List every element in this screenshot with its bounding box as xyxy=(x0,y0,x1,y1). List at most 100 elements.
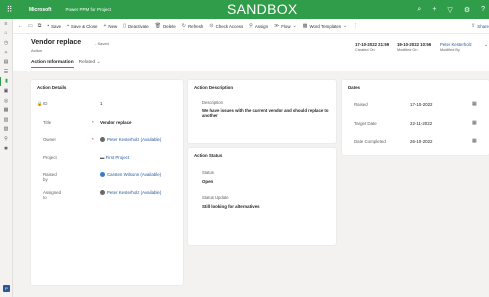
project-icon[interactable]: ◎ xyxy=(0,96,12,106)
deactivate-icon: ▯ xyxy=(123,23,126,29)
raised-date-field[interactable]: 17-10-2022 xyxy=(410,102,432,107)
flow-icon: ≫ xyxy=(274,23,280,29)
area-switcher-icon[interactable]: P xyxy=(3,285,10,292)
action-description-card: Action Description Description We have i… xyxy=(188,80,336,143)
delete-button[interactable]: 🗑 Delete xyxy=(155,23,176,29)
deactivate-button[interactable]: ▯ Deactivate xyxy=(123,23,149,29)
share-button[interactable]: ⇪ Share xyxy=(471,23,489,29)
field-label: Status xyxy=(202,170,214,175)
field-label: Raised xyxy=(354,102,368,107)
action-icon[interactable]: ☰ xyxy=(0,67,12,77)
avatar xyxy=(100,137,105,143)
home-icon[interactable]: ⌂ xyxy=(0,29,12,39)
search-icon[interactable]: ⌕ xyxy=(417,6,421,14)
save-close-icon: ▪ xyxy=(67,23,69,29)
calendar-icon[interactable]: ▦ xyxy=(472,120,477,126)
record-title: Vendor replace xyxy=(31,39,82,46)
save-button[interactable]: ▪ Save xyxy=(47,23,61,29)
menu-icon[interactable]: ≡ xyxy=(0,19,12,29)
field-label: Title xyxy=(43,120,52,125)
card-title: Dates xyxy=(348,85,360,90)
title-field[interactable]: Vendor replace xyxy=(100,120,131,125)
required-icon: * xyxy=(92,120,94,125)
delete-icon: 🗑 xyxy=(154,23,162,29)
card-title: Action Description xyxy=(194,85,234,90)
command-bar: ← ▭ ⧉ ▪ Save ▪ Save & Close + New ▯ Deactiva… xyxy=(13,19,489,34)
target-date-field[interactable]: 22-11-2022 xyxy=(410,121,432,126)
modified-by-field[interactable]: Peter Kesterholz Modified By xyxy=(440,42,472,52)
dates-card: Dates Raised 17-10-2022 ▦ Target Date 22… xyxy=(342,80,489,155)
risk-icon[interactable]: ▥ xyxy=(0,115,12,125)
field-label: Project xyxy=(43,155,57,160)
lock-icon: 🔒 xyxy=(37,101,43,106)
tab-action-information[interactable]: Action Information xyxy=(31,60,74,68)
description-field[interactable]: We have issues with the current vendor a… xyxy=(202,108,330,119)
app-launcher-icon[interactable]: ⠿ xyxy=(0,0,19,19)
save-icon: ▪ xyxy=(47,23,50,29)
top-bar: ⠿ Microsoft Power PPM for Project SANDBO… xyxy=(0,0,489,19)
field-label: Date Completed xyxy=(354,139,386,144)
refresh-button[interactable]: ↻ Refresh xyxy=(182,23,204,29)
action-status-card: Action Status Status Open Status Update … xyxy=(188,148,336,245)
field-label: Status Update xyxy=(202,195,229,200)
modified-on-field: 19-10-2022 10:56 Modified On xyxy=(397,42,432,52)
action-details-card: Action Details 🔒 ID 1 Title * Vendor rep… xyxy=(31,80,183,285)
report-icon[interactable]: ▦ xyxy=(0,105,12,115)
save-close-button[interactable]: ▪ Save & Close xyxy=(67,23,97,29)
filter-icon[interactable]: ▽ xyxy=(447,6,452,14)
settings-icon[interactable]: ⚙ xyxy=(464,6,470,14)
program-icon[interactable]: ▣ xyxy=(0,86,12,96)
assign-icon: ⚲ xyxy=(249,23,253,29)
refresh-icon: ↻ xyxy=(181,23,186,29)
brand-name: Microsoft xyxy=(29,6,52,13)
portfolio-icon[interactable]: ▮ xyxy=(0,76,12,87)
field-label: Assigned to xyxy=(43,190,62,200)
status-field[interactable]: Open xyxy=(202,179,213,184)
list-icon[interactable]: ▤ xyxy=(0,57,12,67)
issue-icon[interactable]: ▧ xyxy=(0,125,12,135)
card-title: Action Details xyxy=(37,85,67,90)
calendar-icon[interactable]: ▦ xyxy=(472,138,477,144)
more-commands-icon[interactable]: ⋮ xyxy=(353,23,358,29)
owner-lookup[interactable]: Peter Kesterholz (Available) xyxy=(100,137,161,143)
required-icon: * xyxy=(92,137,94,142)
flow-button[interactable]: ≫ Flow ⌄ xyxy=(274,23,297,29)
assign-button[interactable]: ⚲ Assign xyxy=(249,23,268,29)
created-on-field: 17-10-2022 21:59 Created On xyxy=(355,42,390,52)
field-label: Raised by xyxy=(43,172,57,182)
date-completed-field[interactable]: 26-10-2022 xyxy=(410,139,432,144)
popout-icon[interactable]: ⧉ xyxy=(38,23,42,29)
settings-icon[interactable]: ⚲ xyxy=(0,134,12,144)
app-name[interactable]: Power PPM for Project xyxy=(66,7,112,12)
chevron-down-icon[interactable]: ⌄ xyxy=(484,42,488,48)
save-status: - Saved xyxy=(95,41,109,46)
help-icon[interactable]: ? xyxy=(481,6,485,13)
project-lookup[interactable]: ▬ First Project xyxy=(100,155,129,160)
check-access-icon: ⊙ xyxy=(209,23,214,29)
share-icon: ⇪ xyxy=(471,23,476,29)
new-button[interactable]: + New xyxy=(104,23,118,29)
pinned-icon[interactable]: ✧ xyxy=(0,48,12,58)
raised-by-lookup[interactable]: Carsten Wilsonn (Available) xyxy=(100,172,161,178)
field-label: ID xyxy=(43,101,48,106)
plus-icon: + xyxy=(103,23,107,29)
avatar xyxy=(100,190,105,196)
avatar xyxy=(100,172,105,178)
open-icon[interactable]: ▭ xyxy=(28,23,33,29)
recent-icon[interactable]: ◷ xyxy=(0,38,12,48)
left-navigation: ≡ ⌂ ◷ ✧ ▤ ☰ ▮ ▣ ◎ ▦ ▥ ▧ ⚲ ✱ P xyxy=(0,19,13,297)
add-icon[interactable]: + xyxy=(432,6,436,13)
tab-related[interactable]: Related ⌄ xyxy=(79,60,101,68)
check-access-button[interactable]: ⊙ Check Access xyxy=(209,23,243,29)
status-update-field[interactable]: Still looking for alternatives xyxy=(202,204,260,209)
id-value: 1 xyxy=(100,101,103,106)
assigned-to-lookup[interactable]: Peter Kesterholz (Available) xyxy=(100,190,161,196)
chevron-down-icon: ⌄ xyxy=(343,23,348,29)
form-tabs: Action Information Related ⌄ xyxy=(31,60,101,68)
word-templates-button[interactable]: ▩ Word Templates ⌄ xyxy=(303,23,348,29)
back-icon[interactable]: ← xyxy=(18,23,23,29)
more-icon[interactable]: ✱ xyxy=(0,144,12,154)
word-icon: ▩ xyxy=(302,23,308,29)
calendar-icon[interactable]: ▦ xyxy=(472,101,477,107)
entity-name: Action xyxy=(31,48,43,53)
